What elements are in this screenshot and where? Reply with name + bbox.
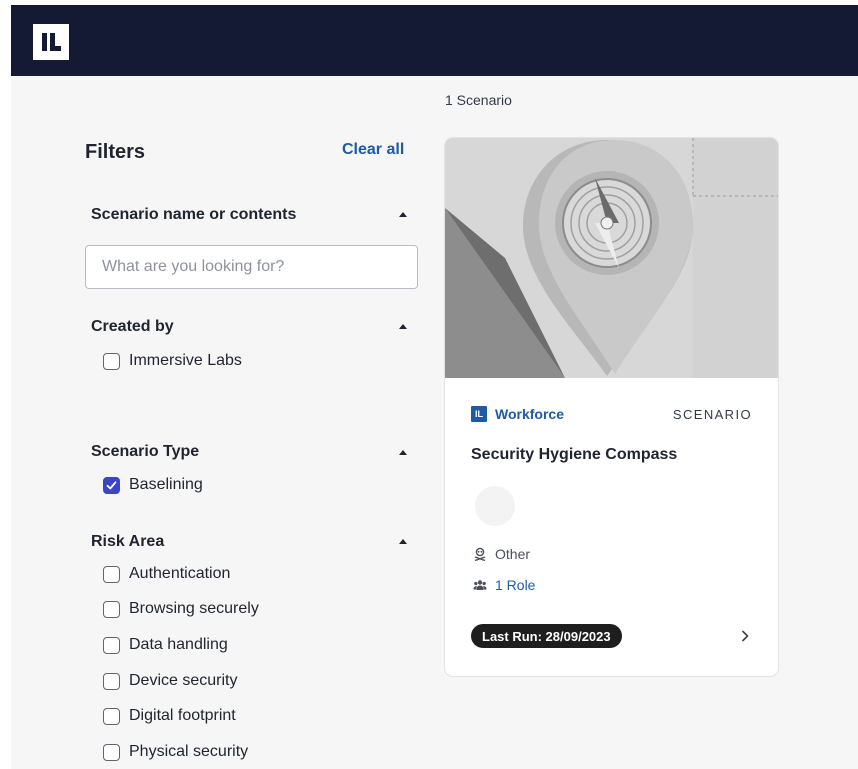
- top-navigation-bar: [11, 5, 858, 76]
- checkbox-label: Baselining: [129, 476, 203, 493]
- card-brand: IL Workforce: [471, 406, 564, 422]
- filter-section-title-risk-area: Risk Area: [91, 533, 165, 550]
- checkbox[interactable]: [103, 565, 120, 583]
- left-gutter: [0, 76, 11, 769]
- collapse-caret-icon[interactable]: [399, 450, 407, 455]
- checkbox-label: Immersive Labs: [129, 352, 242, 369]
- logo-mark-icon: [42, 33, 61, 51]
- filter-option-data-handling[interactable]: Data handling: [103, 635, 228, 655]
- brand-name: Workforce: [495, 406, 564, 422]
- checkbox-label: Digital footprint: [129, 707, 236, 724]
- checkbox[interactable]: [103, 352, 120, 370]
- category-row: Other: [473, 546, 530, 562]
- checkbox-label: Physical security: [129, 743, 249, 760]
- collapse-caret-icon[interactable]: [399, 212, 407, 217]
- roles-link[interactable]: 1 Role: [473, 577, 535, 593]
- checkbox[interactable]: [103, 743, 120, 761]
- filter-section-title-name: Scenario name or contents: [91, 206, 297, 223]
- checkbox-label: Authentication: [129, 565, 231, 582]
- filter-option-browsing-securely[interactable]: Browsing securely: [103, 599, 259, 619]
- checkbox[interactable]: [103, 636, 120, 654]
- filter-section-title-created-by: Created by: [91, 318, 174, 335]
- filter-option-baselining[interactable]: Baselining: [103, 475, 203, 495]
- users-icon: [473, 580, 487, 590]
- filter-option-device-security[interactable]: Device security: [103, 671, 237, 691]
- roles-label: 1 Role: [495, 577, 536, 593]
- checkbox-label: Device security: [129, 672, 238, 689]
- checkbox[interactable]: [103, 600, 120, 618]
- filter-section-title-scenario-type: Scenario Type: [91, 443, 200, 460]
- filter-option-immersive-labs[interactable]: Immersive Labs: [103, 351, 242, 371]
- filters-title: Filters: [85, 141, 146, 163]
- checkbox-label: Data handling: [129, 636, 228, 653]
- collapse-caret-icon[interactable]: [399, 324, 407, 329]
- category-label: Other: [495, 546, 531, 562]
- checkbox[interactable]: [103, 672, 120, 690]
- checkmark-icon: [106, 480, 117, 489]
- filter-option-digital-footprint[interactable]: Digital footprint: [103, 706, 236, 726]
- immersive-labs-logo[interactable]: [33, 24, 69, 60]
- card-type-label: SCENARIO: [672, 407, 752, 422]
- card-title[interactable]: Security Hygiene Compass: [471, 446, 677, 464]
- checkbox-checked[interactable]: [103, 476, 120, 494]
- scenario-card[interactable]: IL Workforce SCENARIO Security Hygiene C…: [444, 137, 779, 677]
- left-gutter-bottom: [0, 690, 11, 769]
- workforce-badge-icon: IL: [471, 406, 487, 422]
- last-run-badge: Last Run: 28/09/2023: [471, 624, 622, 648]
- collapse-caret-icon[interactable]: [399, 539, 407, 544]
- filter-option-authentication[interactable]: Authentication: [103, 564, 230, 584]
- compass-location-pin-image: [445, 138, 778, 378]
- clear-all-button[interactable]: Clear all: [342, 141, 404, 159]
- faded-avatar-icon: [475, 486, 515, 526]
- result-count: 1 Scenario: [445, 92, 512, 108]
- filter-option-physical-security[interactable]: Physical security: [103, 742, 248, 762]
- chevron-right-icon[interactable]: [737, 628, 753, 644]
- checkbox[interactable]: [103, 707, 120, 725]
- skull-crossbones-icon: [474, 547, 486, 561]
- scenario-search-input[interactable]: [85, 245, 418, 289]
- checkbox-label: Browsing securely: [129, 600, 259, 617]
